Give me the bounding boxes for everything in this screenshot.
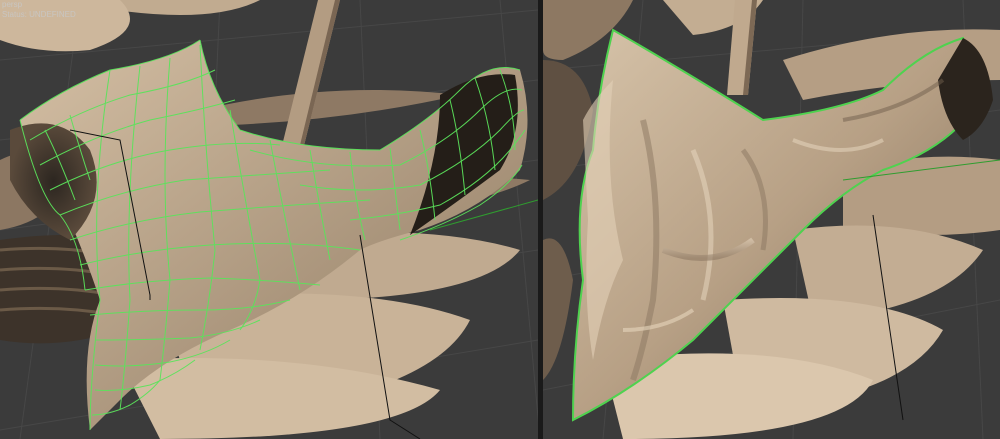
viewport-hud: persp Status: UNDEFINED: [2, 0, 76, 20]
viewport-left[interactable]: persp Status: UNDEFINED: [0, 0, 538, 439]
hud-camera-label: persp: [2, 0, 23, 9]
left-scene: [0, 0, 538, 439]
right-scene: [543, 0, 1000, 439]
viewport-right[interactable]: [543, 0, 1000, 439]
hud-status-label: Status: UNDEFINED: [2, 10, 76, 19]
